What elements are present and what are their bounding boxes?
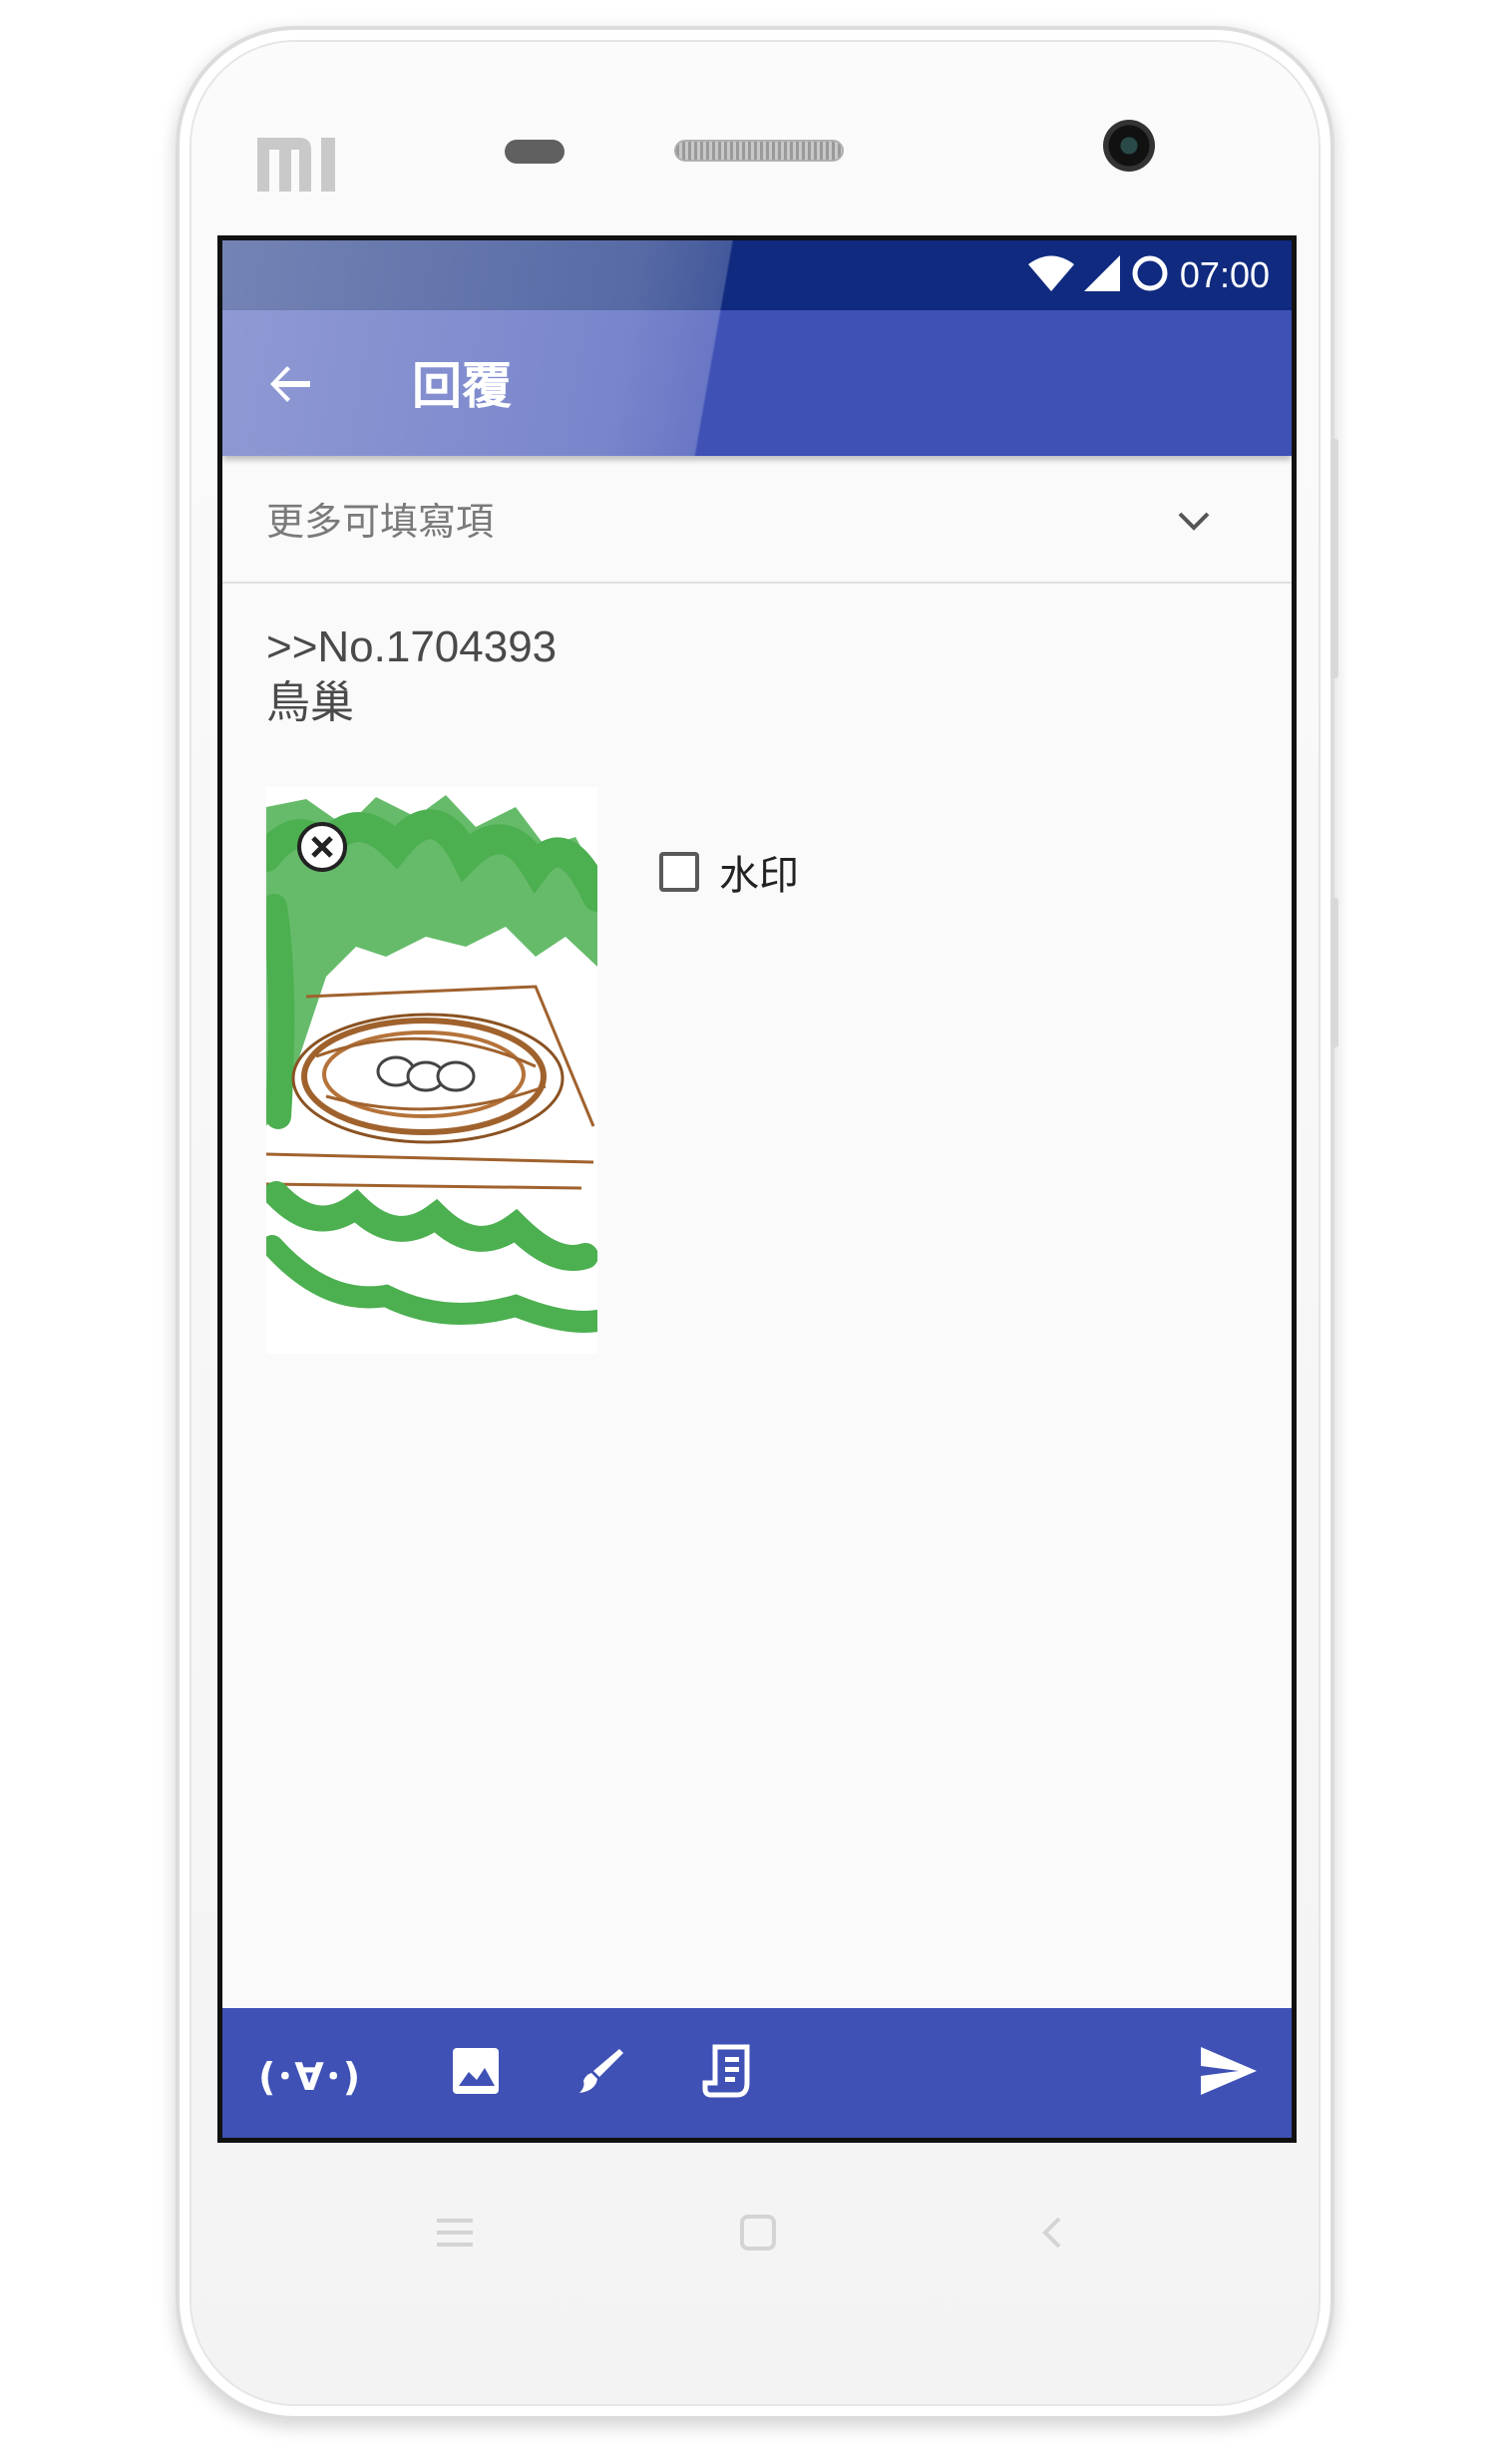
watermark-option[interactable]: 水印: [659, 843, 799, 901]
home-key[interactable]: [738, 2215, 778, 2254]
forum-rule-button[interactable]: [695, 2041, 759, 2105]
reply-body: 鳥巢: [266, 678, 354, 727]
insert-image-button[interactable]: [444, 2041, 508, 2105]
menu-icon: [435, 2219, 475, 2254]
watermark-label: 水印: [719, 853, 799, 899]
back-icon: [1037, 2217, 1067, 2254]
page-title: 回覆: [412, 357, 512, 415]
send-button[interactable]: [1194, 2041, 1264, 2105]
more-fields-toggle[interactable]: 更多可填寫項: [222, 460, 1292, 584]
status-bar: 07:00: [222, 240, 1292, 310]
send-icon: [1199, 2045, 1259, 2101]
earpiece-speaker: [674, 140, 844, 162]
reply-quote: >>No.1704393: [266, 622, 558, 671]
arrow-left-icon: [266, 360, 314, 412]
image-icon: [451, 2046, 501, 2100]
status-time: 07:00: [1179, 254, 1270, 295]
circle-icon: [1130, 253, 1170, 297]
kaomoji-button[interactable]: (･∀･): [258, 2041, 360, 2105]
watermark-checkbox[interactable]: [659, 852, 699, 892]
screen: 07:00 回覆 更多可填寫項 >>No.1704393 鳥巢 水印 (･∀･): [217, 235, 1297, 2143]
app-bar: 回覆: [222, 310, 1292, 456]
home-icon: [738, 2215, 778, 2254]
reply-input[interactable]: >>No.1704393 鳥巢: [266, 619, 557, 731]
wifi-icon: [1027, 255, 1074, 295]
more-fields-label: 更多可填寫項: [266, 500, 495, 544]
doodle-button[interactable]: [567, 2041, 631, 2105]
cell-signal-icon: [1083, 255, 1120, 295]
brush-icon: [573, 2045, 625, 2101]
front-camera: [1103, 120, 1155, 172]
chevron-down-icon: [1172, 500, 1216, 544]
doodle-icon: [701, 2043, 753, 2103]
menu-key[interactable]: [435, 2215, 475, 2254]
back-key[interactable]: [1037, 2215, 1067, 2254]
remove-attachment-button[interactable]: [296, 821, 348, 873]
power-button: [1330, 898, 1338, 1047]
back-button[interactable]: [258, 354, 322, 418]
compose-toolbar: (･∀･): [222, 2008, 1292, 2138]
volume-button: [1330, 439, 1338, 678]
close-circle-icon: [296, 822, 348, 877]
proximity-sensor: [505, 140, 565, 164]
mi-logo: [255, 134, 351, 194]
